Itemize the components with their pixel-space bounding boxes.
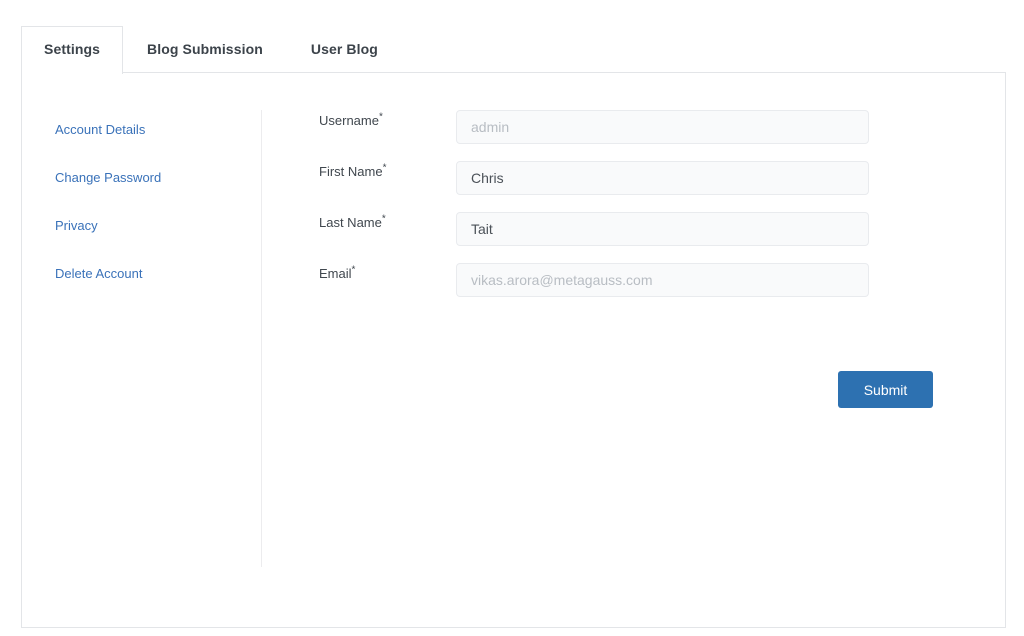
tab-settings[interactable]: Settings: [21, 26, 124, 74]
tab-bar: Settings Blog Submission User Blog: [21, 26, 1006, 74]
sidebar-item-delete-account[interactable]: Delete Account: [55, 265, 255, 283]
required-asterisk: *: [382, 162, 387, 174]
sidebar-item-privacy[interactable]: Privacy: [55, 217, 255, 235]
last-name-label-text: Last Name: [319, 215, 382, 230]
required-asterisk: *: [378, 111, 383, 123]
required-asterisk: *: [381, 213, 386, 225]
first-name-label: First Name*: [319, 162, 387, 180]
submit-button[interactable]: Submit: [838, 371, 933, 408]
sidebar-divider: [261, 110, 262, 567]
email-label-text: Email: [319, 266, 352, 281]
username-label-text: Username: [319, 113, 379, 128]
username-field[interactable]: [456, 110, 869, 144]
first-name-field[interactable]: [456, 161, 869, 195]
last-name-field[interactable]: [456, 212, 869, 246]
form-row-first-name: First Name*: [319, 161, 974, 195]
settings-page: Settings Blog Submission User Blog Accou…: [0, 0, 1024, 636]
form-row-last-name: Last Name*: [319, 212, 974, 246]
required-asterisk: *: [351, 264, 356, 276]
account-details-form: Username* First Name* Last Name* Email*: [319, 110, 974, 408]
username-label: Username*: [319, 111, 383, 129]
email-field[interactable]: [456, 263, 869, 297]
first-name-label-text: First Name: [319, 164, 383, 179]
tab-blog-submission[interactable]: Blog Submission: [123, 26, 287, 72]
sidebar-item-account-details[interactable]: Account Details: [55, 121, 255, 139]
last-name-label: Last Name*: [319, 213, 386, 231]
form-row-username: Username*: [319, 110, 974, 144]
email-label: Email*: [319, 264, 356, 282]
sidebar-item-change-password[interactable]: Change Password: [55, 169, 255, 187]
tab-user-blog[interactable]: User Blog: [287, 26, 402, 72]
settings-panel: Account Details Change Password Privacy …: [21, 73, 1006, 628]
settings-sidebar: Account Details Change Password Privacy …: [55, 121, 255, 313]
form-row-email: Email*: [319, 263, 974, 297]
